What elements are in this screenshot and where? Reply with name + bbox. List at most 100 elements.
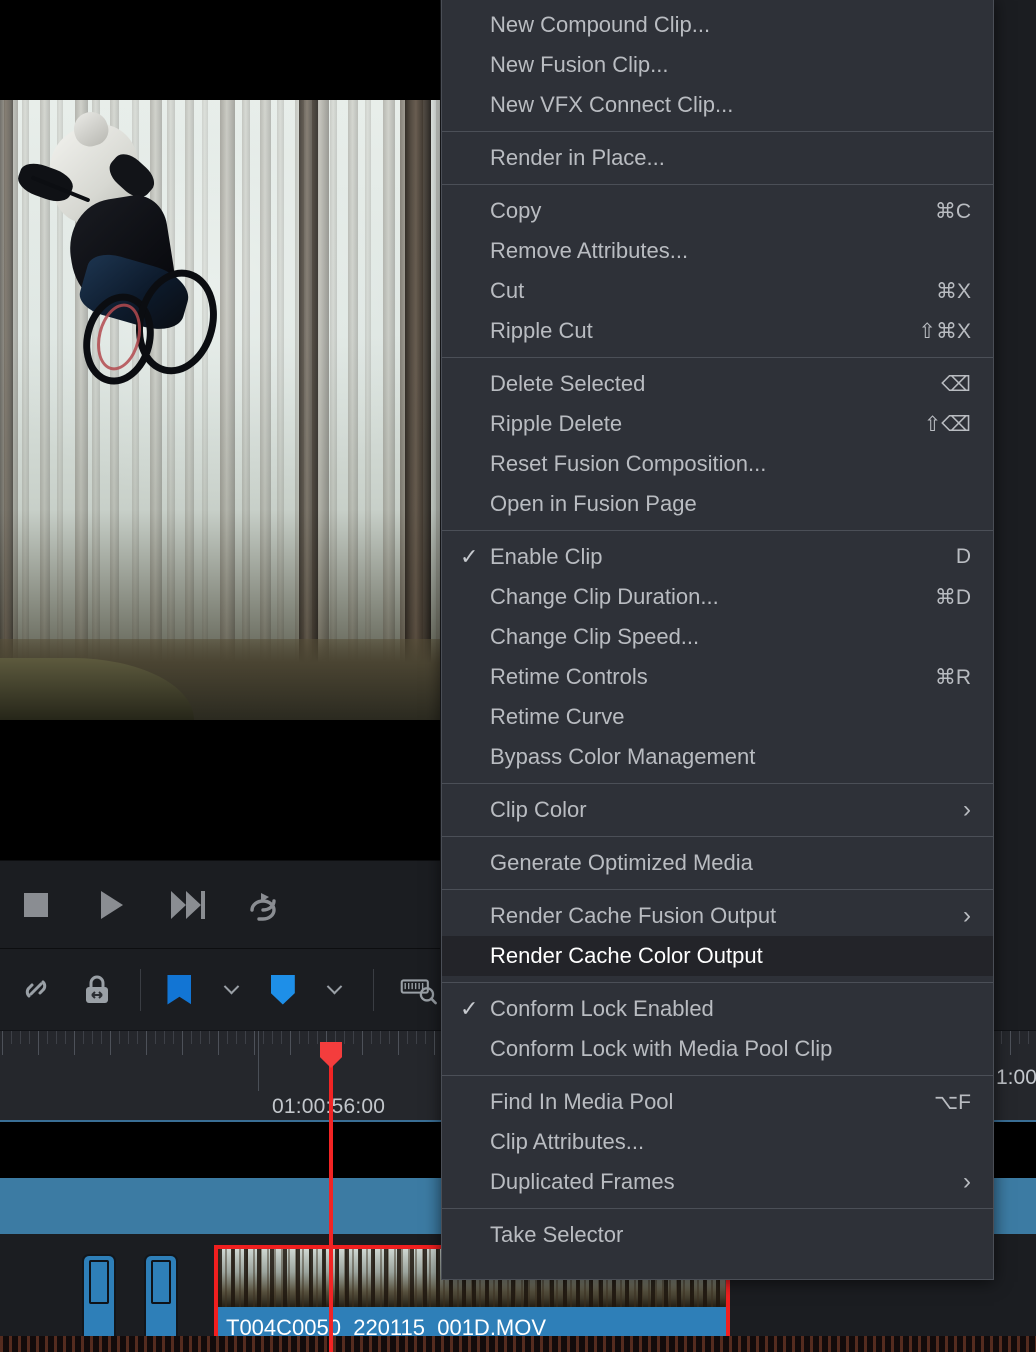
menu-item-shortcut: ⌫ [941,372,971,396]
menu-item-render-in-place[interactable]: Render in Place... [442,138,993,178]
menu-item-bypass-color-management[interactable]: Bypass Color Management [442,737,993,777]
resolve-edit-page: 01:00:56:00 1:00 T004C0050_220115_001D.M… [0,0,1036,1352]
menu-item-label: Delete Selected [490,371,646,396]
marker-notch [151,1260,171,1304]
stop-icon [24,892,48,917]
menu-item-new-fusion-clip[interactable]: New Fusion Clip... [442,45,993,85]
menu-item-label: Find In Media Pool [490,1089,674,1114]
viewer-video-frame [0,100,440,720]
play-button[interactable] [92,885,132,925]
menu-item-label: Ripple Cut [490,318,593,343]
menu-item-label: Copy [490,198,542,223]
menu-item-enable-clip[interactable]: ✓ Enable Clip D [442,537,993,577]
menu-item-shortcut: ⌘C [934,199,971,223]
menu-item-find-in-media-pool[interactable]: Find In Media Pool ⌥F [442,1082,993,1122]
zoom-to-fit-button[interactable] [400,970,440,1010]
letterbox-bottom [0,720,440,860]
menu-item-change-clip-speed[interactable]: Change Clip Speed... [442,617,993,657]
menu-item-take-selector[interactable]: Take Selector [442,1215,993,1255]
menu-item-label: Clip Attributes... [490,1129,645,1154]
menu-group: Find In Media Pool ⌥F Clip Attributes... Du… [442,1076,993,1208]
menu-item-clip-color[interactable]: Clip Color › [442,790,993,830]
menu-item-ripple-delete[interactable]: Ripple Delete ⇧⌫ [442,404,993,444]
menu-item-retime-curve[interactable]: Retime Curve [442,697,993,737]
menu-group: Clip Color › [442,784,993,836]
menu-item-label: Generate Optimized Media [490,850,753,875]
menu-item-generate-optimized-media[interactable]: Generate Optimized Media [442,843,993,883]
viewer-panel [0,0,440,860]
menu-item-shortcut: ⌘D [934,585,971,609]
menu-item-new-compound-clip[interactable]: New Compound Clip... [442,5,993,45]
menu-item-clip-attributes[interactable]: Clip Attributes... [442,1122,993,1162]
play-icon [101,890,123,919]
menu-item-label: Remove Attributes... [490,238,689,263]
menu-item-duplicated-frames[interactable]: Duplicated Frames › [442,1162,993,1202]
menu-item-copy[interactable]: Copy ⌘C [442,191,993,231]
menu-item-label: Enable Clip [490,544,603,569]
menu-item-label: Retime Controls [490,664,648,689]
menu-item-label: Change Clip Duration... [490,584,719,609]
menu-group: Render Cache Fusion Output › Render Cache … [442,890,993,982]
menu-item-delete-selected[interactable]: Delete Selected ⌫ [442,364,993,404]
marker-color-dropdown[interactable] [322,970,348,1010]
menu-item-open-in-fusion-page[interactable]: Open in Fusion Page [442,484,993,524]
menu-item-label: Reset Fusion Composition... [490,451,767,476]
loop-icon [250,892,276,921]
fast-forward-icon [171,890,186,919]
menu-item-label: Cut [490,278,525,303]
check-icon: ✓ [460,996,479,1021]
playhead-line[interactable] [329,1042,333,1352]
menu-item-ripple-cut[interactable]: Ripple Cut ⇧⌘X [442,311,993,351]
menu-item-label: Render Cache Fusion Output [490,903,777,928]
menu-item-label: Conform Lock Enabled [490,996,714,1021]
menu-item-new-vfx-connect-clip[interactable]: New VFX Connect Clip... [442,85,993,125]
link-icon [25,980,47,997]
menu-item-conform-lock-enabled[interactable]: ✓ Conform Lock Enabled [442,989,993,1029]
menu-item-label: Retime Curve [490,704,625,729]
menu-group: Generate Optimized Media [442,837,993,889]
clip-context-menu[interactable]: New Compound Clip... New Fusion Clip... Ne… [441,0,994,1280]
menu-item-remove-attributes[interactable]: Remove Attributes... [442,231,993,271]
menu-item-cut[interactable]: Cut ⌘X [442,271,993,311]
flag-icon [167,974,192,1005]
lock-track-button[interactable] [80,970,114,1010]
mountain-biker [13,108,277,453]
stop-button[interactable] [16,885,56,925]
chevron-down-icon [223,978,239,995]
menu-item-label: New Fusion Clip... [490,52,669,77]
check-icon: ✓ [460,544,479,569]
flag-button[interactable] [167,970,193,1010]
transport-controls [0,860,440,948]
menu-group: ✓ Conform Lock Enabled Conform Lock with M… [442,983,993,1075]
menu-item-shortcut: ⇧⌫ [923,412,971,436]
lock-icon [86,975,108,1003]
flag-color-dropdown[interactable] [218,970,244,1010]
chevron-right-icon: › [963,1168,971,1195]
toolbar-divider [373,968,374,1011]
menu-group: Render in Place... [442,132,993,184]
menu-item-label: Conform Lock with Media Pool Clip [490,1036,833,1061]
menu-item-render-cache-color-output[interactable]: Render Cache Color Output [442,936,993,976]
fast-forward-button[interactable] [168,885,208,925]
menu-item-shortcut: ⌘R [934,665,971,689]
marker-icon [270,974,295,1005]
menu-item-reset-fusion-composition[interactable]: Reset Fusion Composition... [442,444,993,484]
menu-item-change-clip-duration[interactable]: Change Clip Duration... ⌘D [442,577,993,617]
menu-item-label: Ripple Delete [490,411,623,436]
menu-item-label: Render Cache Color Output [490,943,763,968]
menu-item-shortcut: ⇧⌘X [918,319,971,343]
menu-item-label: Change Clip Speed... [490,624,700,649]
loop-button[interactable] [244,885,284,925]
menu-group: New Compound Clip... New Fusion Clip... Ne… [442,0,993,131]
menu-item-retime-controls[interactable]: Retime Controls ⌘R [442,657,993,697]
menu-item-label: Take Selector [490,1222,624,1247]
menu-group: ✓ Enable Clip D Change Clip Duration... ⌘D Ch… [442,531,993,783]
menu-item-conform-lock-with-media-pool-clip[interactable]: Conform Lock with Media Pool Clip [442,1029,993,1069]
menu-item-label: Clip Color [490,797,587,822]
menu-item-render-cache-fusion-output[interactable]: Render Cache Fusion Output › [442,896,993,936]
marker-notch [89,1260,109,1304]
letterbox-top [0,0,440,100]
audio-waveform-strip [0,1336,1036,1352]
linked-selection-button[interactable] [18,970,54,1010]
marker-button[interactable] [270,970,296,1010]
